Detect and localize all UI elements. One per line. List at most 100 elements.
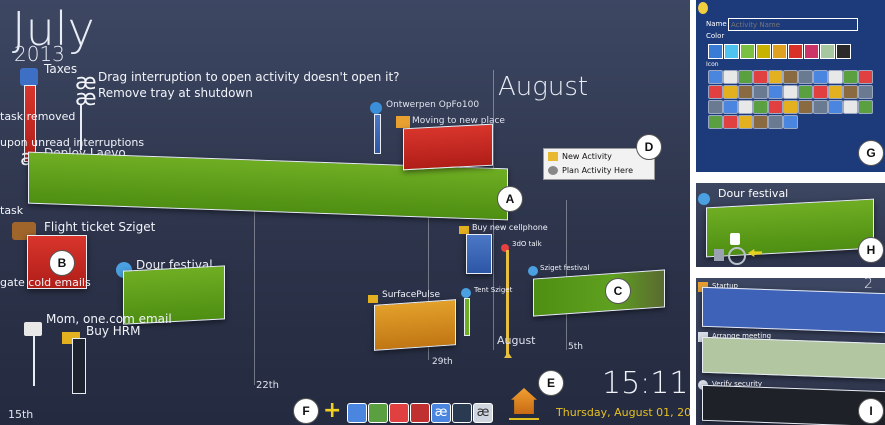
icon-option[interactable] (768, 70, 783, 84)
icon-option[interactable] (738, 100, 753, 114)
interruption-item[interactable]: Remove tray at shutdown (98, 86, 253, 100)
icon-option[interactable] (783, 70, 798, 84)
partial-number: 2 (864, 278, 873, 292)
icon-option[interactable] (828, 70, 843, 84)
activity-buy-phone[interactable] (466, 234, 492, 274)
color-swatch[interactable] (756, 44, 771, 59)
tray-activity-icon[interactable] (347, 403, 367, 423)
icon-option[interactable] (738, 115, 753, 129)
timeline-view[interactable]: July 2013 August 22th 29th 5th 15th Taxe… (0, 0, 690, 425)
color-swatch[interactable] (740, 44, 755, 59)
activity-label-ontwerpen: Ontwerpen OpFo100 (386, 100, 480, 110)
tray-activity-icon[interactable] (410, 403, 430, 423)
icon-option[interactable] (843, 70, 858, 84)
activity-label-surface: SurfacePulse (382, 290, 440, 300)
app-icon (370, 102, 382, 114)
list-item[interactable] (702, 384, 885, 425)
icon-option[interactable] (723, 70, 738, 84)
activity-label-talk: 3dO talk (512, 240, 542, 248)
home-icon[interactable] (511, 388, 537, 414)
add-icon[interactable]: + (323, 400, 341, 422)
tray-activity-icon[interactable] (368, 403, 388, 423)
icon-option[interactable] (723, 85, 738, 99)
activity-label-buy-phone: Buy new cellphone (472, 223, 548, 232)
activity-surface-pulse[interactable] (374, 299, 456, 351)
day-label: 5th (568, 342, 583, 352)
trash-icon[interactable] (714, 249, 724, 261)
activity-moving[interactable] (403, 123, 493, 171)
activity-ontwerpen[interactable] (374, 114, 381, 154)
icon-option[interactable] (783, 115, 798, 129)
day-gridline (254, 200, 255, 385)
color-swatch[interactable] (708, 44, 723, 59)
icon-option[interactable] (708, 70, 723, 84)
icon-option[interactable] (768, 100, 783, 114)
color-swatch[interactable] (724, 44, 739, 59)
icon-option[interactable] (783, 100, 798, 114)
icon-option[interactable] (738, 85, 753, 99)
activity-sziget-festival[interactable] (533, 269, 665, 317)
icon-option[interactable] (828, 85, 843, 99)
marker-g: G (858, 140, 884, 166)
pencil-icon (368, 295, 378, 303)
icon-option[interactable] (858, 70, 873, 84)
icon-option[interactable] (843, 100, 858, 114)
list-item[interactable] (702, 286, 885, 334)
laevo-icon[interactable]: æ (431, 403, 451, 423)
color-swatch[interactable] (804, 44, 819, 59)
icon-option[interactable] (783, 85, 798, 99)
icon-option[interactable] (768, 85, 783, 99)
cursor-hand-icon (730, 233, 740, 245)
icon-option[interactable] (708, 100, 723, 114)
icon-option[interactable] (798, 70, 813, 84)
icon-option[interactable] (768, 115, 783, 129)
interruption-item[interactable]: Drag interruption to open activity doesn… (98, 70, 400, 84)
menu-item-plan-activity[interactable]: Plan Activity Here (562, 166, 633, 175)
icon-label: Icon (706, 61, 719, 68)
activity-label-sziget: Sziget festival (540, 264, 590, 272)
list-item[interactable] (702, 336, 885, 380)
marker-i: I (858, 398, 884, 424)
house-icon (396, 116, 410, 128)
icon-option[interactable] (753, 85, 768, 99)
activity-label-flight: Flight ticket Sziget (44, 220, 156, 234)
tray-activity-icon[interactable] (389, 403, 409, 423)
icon-option[interactable] (813, 100, 828, 114)
activity-label-buy-hrm: Buy HRM (86, 324, 141, 338)
icon-option[interactable] (828, 100, 843, 114)
icon-option[interactable] (753, 100, 768, 114)
icon-option[interactable] (798, 85, 813, 99)
laevo-icon[interactable]: æ (473, 403, 493, 423)
now-indicator-icon (504, 352, 512, 358)
tag-icon (459, 226, 469, 234)
settings-icon[interactable] (728, 247, 746, 265)
icon-option[interactable] (813, 70, 828, 84)
icon-option[interactable] (723, 115, 738, 129)
icon-option[interactable] (753, 115, 768, 129)
icon-option[interactable] (798, 100, 813, 114)
marker-f: F (293, 398, 319, 424)
menu-item-new-activity[interactable]: New Activity (562, 152, 612, 161)
activity-name-input[interactable] (728, 18, 858, 31)
activity-list-panel: 2 Startup Arrange meeting Verify securit… (696, 278, 885, 425)
color-swatch[interactable] (820, 44, 835, 59)
activity-tent[interactable] (464, 298, 470, 336)
icon-option[interactable] (753, 70, 768, 84)
pencil-icon[interactable] (452, 403, 472, 423)
color-swatch[interactable] (788, 44, 803, 59)
color-swatch[interactable] (772, 44, 787, 59)
activity-label: task (0, 204, 24, 217)
icon-option[interactable] (858, 85, 873, 99)
icon-option[interactable] (843, 85, 858, 99)
icon-option[interactable] (708, 85, 723, 99)
icon-option[interactable] (813, 85, 828, 99)
icon-option[interactable] (858, 100, 873, 114)
icon-option[interactable] (723, 100, 738, 114)
icon-option[interactable] (738, 70, 753, 84)
clock-icon (548, 166, 558, 175)
activity-editor-panel: Name Color Icon G (696, 0, 885, 172)
day-label: 15th (8, 408, 34, 421)
icon-option[interactable] (708, 115, 723, 129)
color-swatch[interactable] (836, 44, 851, 59)
activity-buy-hrm[interactable] (72, 338, 86, 394)
